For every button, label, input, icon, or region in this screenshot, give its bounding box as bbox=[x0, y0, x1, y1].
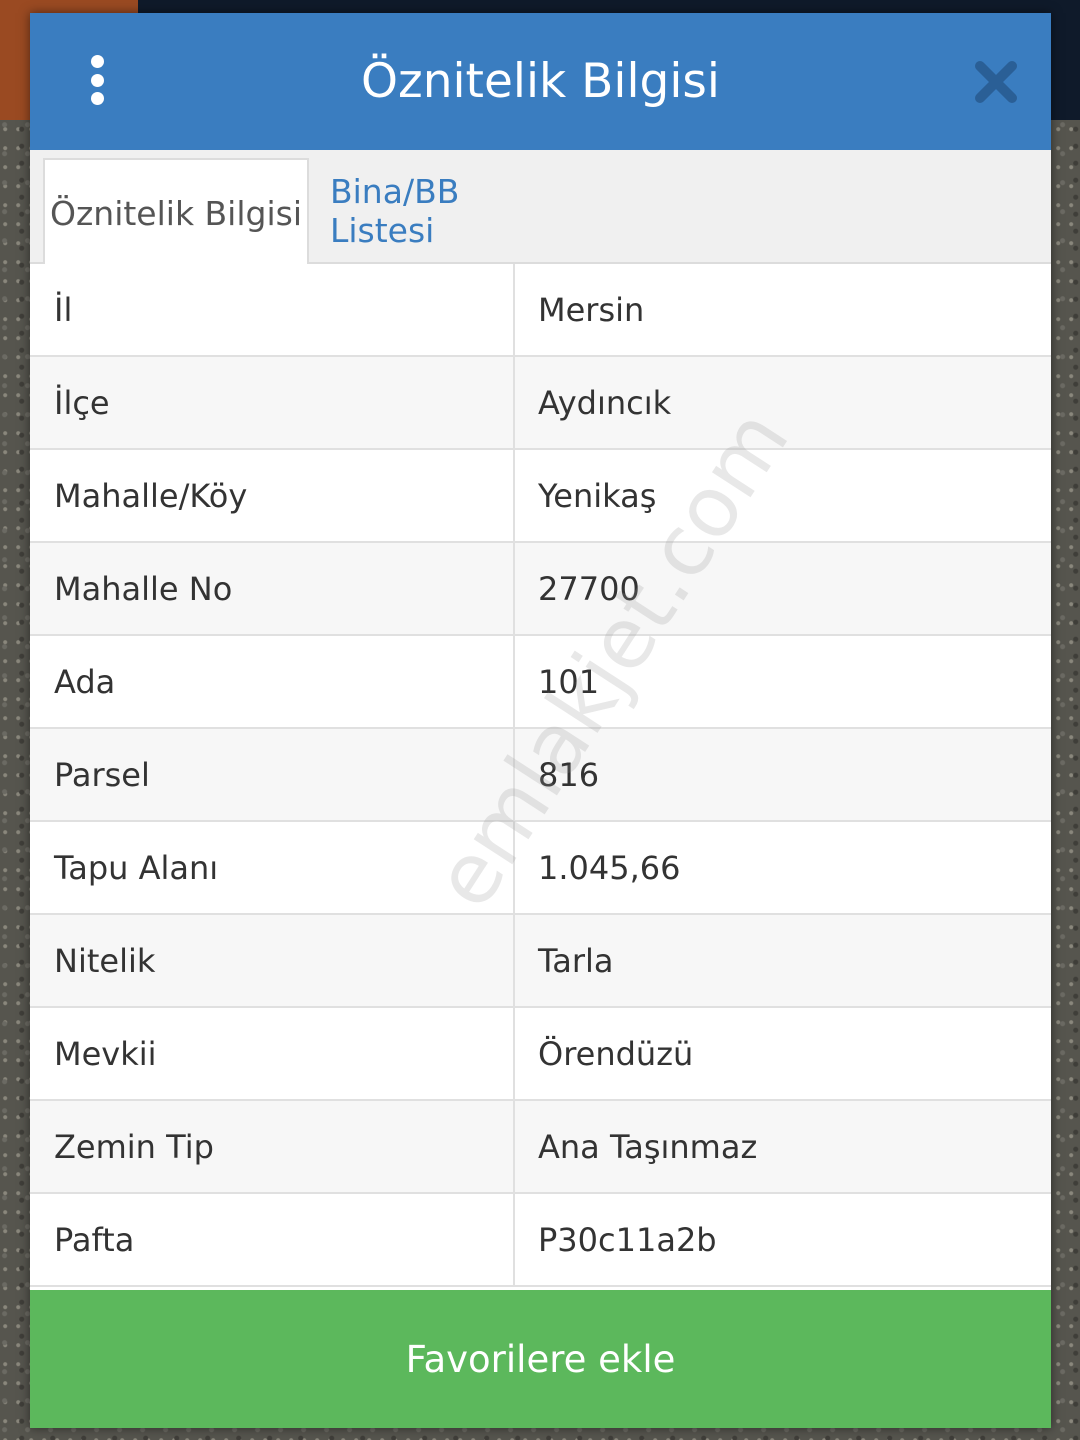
attribute-label: Mahalle No bbox=[30, 543, 515, 634]
attribute-label: İlçe bbox=[30, 357, 515, 448]
attribute-value: P30c11a2b bbox=[538, 1220, 717, 1259]
attribute-label: Ada bbox=[30, 636, 515, 727]
attribute-value: 816 bbox=[538, 755, 600, 794]
attribute-label: İl bbox=[30, 264, 515, 355]
attribute-value: 101 bbox=[538, 662, 600, 701]
attribute-table: İl Mersin İlçe Aydıncık Mahalle/Köy Yeni… bbox=[30, 264, 1051, 1287]
attribute-label: Mahalle/Köy bbox=[30, 450, 515, 541]
tab-bar: Öznitelik Bilgisi Bina/BB Listesi bbox=[30, 150, 1051, 266]
attribute-label: Parsel bbox=[30, 729, 515, 820]
table-row: İl Mersin bbox=[30, 264, 1051, 357]
table-row: Nitelik Tarla bbox=[30, 915, 1051, 1008]
attribute-label: Zemin Tip bbox=[30, 1101, 515, 1192]
attribute-value: Örendüzü bbox=[538, 1034, 694, 1073]
attribute-info-dialog: Öznitelik Bilgisi Öznitelik Bilgisi Bina… bbox=[30, 13, 1051, 1428]
table-row: Parsel 816 bbox=[30, 729, 1051, 822]
attribute-label: Nitelik bbox=[30, 915, 515, 1006]
table-row: Mahalle/Köy Yenikaş bbox=[30, 450, 1051, 543]
attribute-label: Tapu Alanı bbox=[30, 822, 515, 913]
attribute-value: Yenikaş bbox=[538, 476, 657, 515]
table-row: Mahalle No 27700 bbox=[30, 543, 1051, 636]
table-row: Pafta P30c11a2b bbox=[30, 1194, 1051, 1287]
dialog-header: Öznitelik Bilgisi bbox=[30, 13, 1051, 150]
table-row: Zemin Tip Ana Taşınmaz bbox=[30, 1101, 1051, 1194]
tab-attribute-info[interactable]: Öznitelik Bilgisi bbox=[43, 158, 309, 266]
attribute-value: Tarla bbox=[538, 941, 614, 980]
attribute-value: 1.045,66 bbox=[538, 848, 681, 887]
table-row: Mevkii Örendüzü bbox=[30, 1008, 1051, 1101]
attribute-value: 27700 bbox=[538, 569, 640, 608]
dialog-title: Öznitelik Bilgisi bbox=[361, 54, 720, 109]
add-to-favorites-button[interactable]: Favorilere ekle bbox=[30, 1290, 1051, 1428]
table-row: Tapu Alanı 1.045,66 bbox=[30, 822, 1051, 915]
attribute-value: Ana Taşınmaz bbox=[538, 1127, 758, 1166]
tab-building-list[interactable]: Bina/BB Listesi bbox=[330, 158, 570, 264]
attribute-value: Aydıncık bbox=[538, 383, 672, 422]
table-row: Ada 101 bbox=[30, 636, 1051, 729]
attribute-value: Mersin bbox=[538, 290, 645, 329]
attribute-label: Pafta bbox=[30, 1194, 515, 1285]
close-icon[interactable] bbox=[974, 60, 1018, 104]
table-row: İlçe Aydıncık bbox=[30, 357, 1051, 450]
more-vertical-icon[interactable] bbox=[82, 55, 112, 105]
attribute-label: Mevkii bbox=[30, 1008, 515, 1099]
